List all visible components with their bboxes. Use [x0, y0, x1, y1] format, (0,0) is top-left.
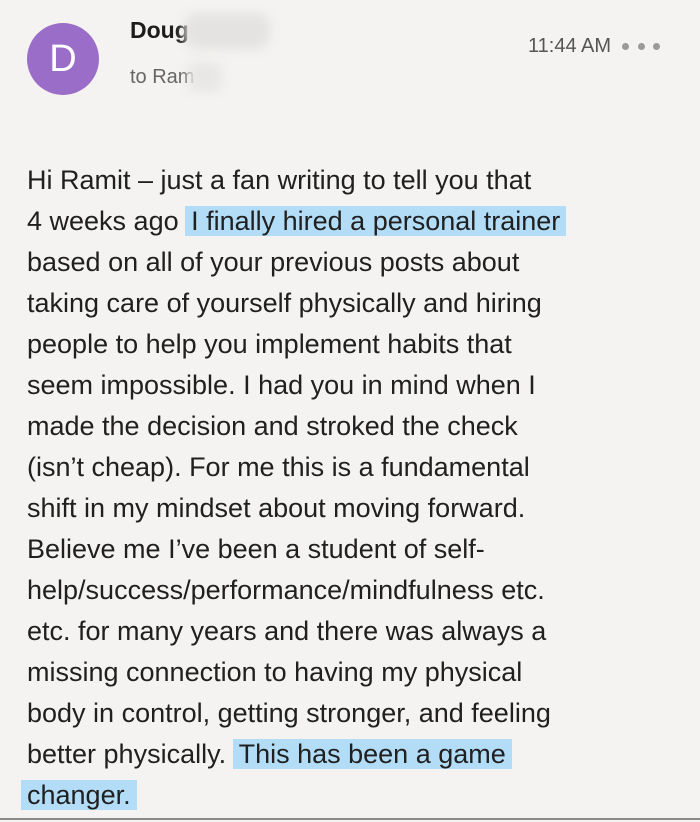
more-horizontal-icon[interactable] — [622, 37, 660, 55]
timestamp: 11:44 AM — [528, 35, 612, 57]
body-line: Believe me I’ve been a student of self- — [27, 534, 485, 564]
redaction-blur — [188, 62, 222, 92]
body-line: body in control, getting stronger, and f… — [27, 698, 551, 728]
email-header: D Doug to Ram 11:44 AM — [0, 0, 700, 110]
email-body: Hi Ramit – just a fan writing to tell yo… — [21, 160, 697, 816]
body-line: 4 weeks ago I finally hired a personal t… — [27, 201, 697, 242]
body-line: changer. — [21, 775, 697, 816]
divider — [0, 818, 700, 820]
highlighted-text: This has been a game — [232, 739, 512, 769]
body-line: shift in my mindset about moving forward… — [27, 493, 526, 523]
body-line: Hi Ramit – just a fan writing to tell yo… — [27, 165, 532, 195]
sender-name[interactable]: Doug — [130, 17, 189, 44]
body-line: etc. for many years and there was always… — [27, 616, 547, 646]
body-line: based on all of your previous posts abou… — [27, 247, 520, 277]
recipient-line[interactable]: to Ram — [130, 66, 194, 89]
body-line: people to help you implement habits that — [27, 329, 512, 359]
highlighted-text: I finally hired a personal trainer — [185, 206, 567, 236]
body-line: (isn’t cheap). For me this is a fundamen… — [27, 452, 530, 482]
body-line: made the decision and stroked the check — [27, 411, 518, 441]
body-line: help/success/performance/mindfulness etc… — [27, 575, 545, 605]
redaction-blur — [184, 13, 270, 49]
highlighted-text: changer. — [21, 780, 137, 810]
body-line: seem impossible. I had you in mind when … — [27, 370, 536, 400]
avatar[interactable]: D — [27, 23, 99, 95]
body-line: better physically. This has been a game — [27, 734, 697, 775]
body-line: taking care of yourself physically and h… — [27, 288, 542, 318]
avatar-letter: D — [49, 37, 77, 80]
body-line: missing connection to having my physical — [27, 657, 523, 687]
